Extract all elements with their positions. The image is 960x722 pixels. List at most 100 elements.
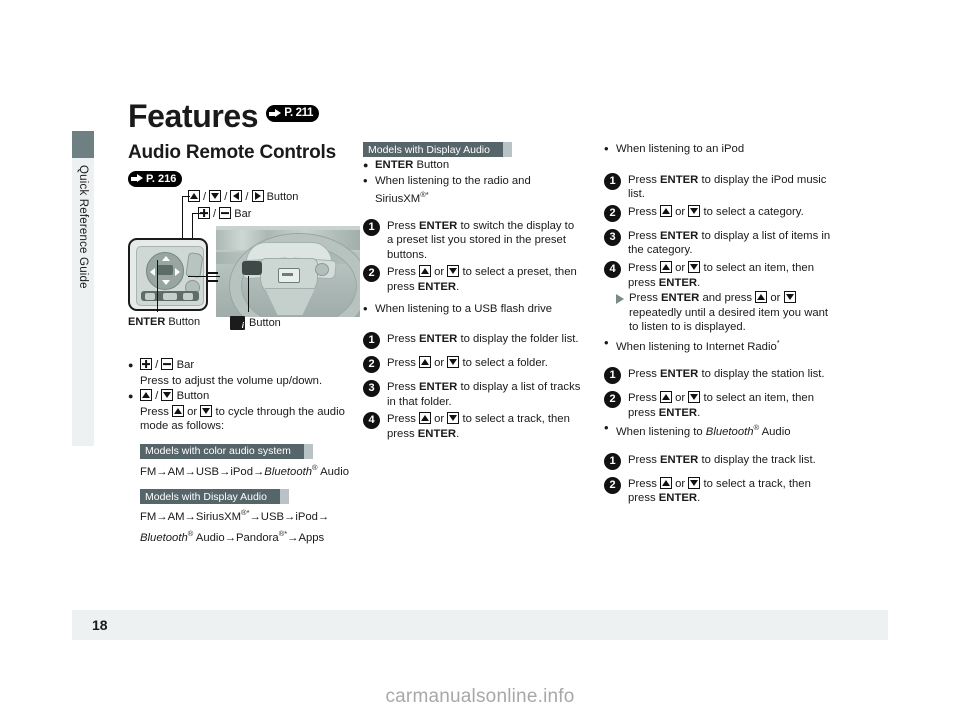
model-band-display-audio: Models with Display Audio <box>363 142 512 157</box>
leader-line <box>208 272 218 275</box>
registered-mark: ®* <box>241 508 250 518</box>
or-word: or <box>184 405 201 418</box>
down-arrow-icon <box>200 404 213 417</box>
up-arrow-icon <box>419 412 432 425</box>
page-title: Features P. 211 <box>128 98 319 135</box>
step-text: Press or to select a track, then press E… <box>628 476 834 506</box>
step-item: 4 Press or to select an item, then press… <box>604 260 834 290</box>
step-text-d: . <box>456 427 460 440</box>
bullet-icon <box>604 142 616 158</box>
step-number: 4 <box>363 412 380 430</box>
step-item: 2 Press or to select a preset, then pres… <box>363 265 581 294</box>
step-number: 2 <box>363 356 380 374</box>
up-arrow-icon <box>140 389 152 402</box>
info-button-icon <box>230 316 245 331</box>
section-label-a: When listening to <box>616 426 706 439</box>
volume-bar-detail[interactable] <box>185 252 204 278</box>
page-number: 18 <box>92 617 108 633</box>
step-item: 1 Press ENTER to display the iPod music … <box>604 172 834 202</box>
step-number: 1 <box>363 332 380 350</box>
down-arrow-icon <box>688 204 701 217</box>
sub-step-text-a: Press <box>629 292 662 305</box>
leader-line <box>157 260 159 312</box>
enter-keyword: ENTER <box>419 381 458 394</box>
step-text: Press ENTER to display a list of tracks … <box>387 380 581 409</box>
footer-bar <box>72 610 888 640</box>
step-text-c: to select a folder. <box>459 357 548 370</box>
enter-button-word: Button <box>168 316 201 328</box>
enter-keyword: ENTER <box>658 276 698 289</box>
audio-mode-chain-display: FM→AM→SiriusXM®*→USB→iPod→ Bluetooth® Au… <box>140 505 368 546</box>
step-item: 3 Press ENTER to display a list of items… <box>604 228 834 258</box>
step-text-a: Press <box>387 219 420 232</box>
step-text-a: Press <box>628 205 661 218</box>
minus-icon <box>219 207 232 219</box>
steering-wheel-figure: / / / Button / Bar ENTER Button i Button <box>128 190 360 345</box>
step-text: Press or to select a preset, then press … <box>387 265 581 294</box>
chain-tail: Audio <box>317 465 349 478</box>
step-text-a: Press <box>387 357 420 370</box>
model-block-display-audio: Models with Display Audio FM→AM→SiriusXM… <box>128 483 368 546</box>
enter-keyword: ENTER <box>658 492 698 505</box>
bluetooth-word: Bluetooth <box>140 531 188 544</box>
step-number: 2 <box>604 204 621 222</box>
left-column: / Bar Press to adjust the volume up/down… <box>128 358 368 546</box>
chain-head: FM→AM→USB→iPod→ <box>140 465 265 478</box>
down-arrow-icon <box>209 190 222 202</box>
step-text-b: or <box>431 357 448 370</box>
bullet-text: When listening to Bluetooth® Audio <box>616 421 834 439</box>
leader-line <box>248 276 250 312</box>
phone-button[interactable] <box>145 292 155 300</box>
step-text-a: Press <box>628 477 661 490</box>
section-ref-wrap: P. 216 <box>128 170 183 188</box>
step-text-b: or <box>672 392 689 405</box>
section-tab-label: Quick Reference Guide <box>77 165 89 289</box>
enter-button-detail[interactable] <box>157 265 173 275</box>
talk-button[interactable] <box>163 292 177 300</box>
down-arrow-icon <box>447 356 460 369</box>
sub-step-text-c: or <box>767 292 784 305</box>
audio-mode-chain-color: FM→AM→USB→iPod→Bluetooth® Audio <box>140 460 368 480</box>
enter-keyword: ENTER <box>660 368 699 381</box>
list-item: / Button <box>128 389 368 404</box>
page-ref-badge-211[interactable]: P. 211 <box>266 105 319 123</box>
step-item: 2 Press or to select a track, then press… <box>604 476 834 506</box>
down-arrow-icon <box>447 265 460 278</box>
step-number: 1 <box>604 367 621 385</box>
step-item: 4 Press or to select a track, then press… <box>363 412 581 441</box>
left-arrow-icon <box>230 190 243 202</box>
step-number: 2 <box>363 265 380 283</box>
step-text: Press ENTER to display the track list. <box>628 453 834 470</box>
step-item: 1 Press ENTER to switch the display to a… <box>363 218 581 263</box>
leader-line <box>188 276 220 278</box>
four-way-pad[interactable] <box>146 252 184 290</box>
plus-icon <box>140 358 152 370</box>
up-arrow-icon <box>755 291 768 304</box>
step-item: 1 Press ENTER to display the station lis… <box>604 367 834 385</box>
step-text-a: Press <box>628 368 661 381</box>
pad-right-icon <box>175 267 180 276</box>
control-panel-detail <box>128 238 208 311</box>
step-text: Press or to select a folder. <box>387 356 581 373</box>
chain-tail: →Apps <box>287 531 325 544</box>
model-block-color-audio: Models with color audio system FM→AM→USB… <box>128 438 368 480</box>
section-tab-cap <box>72 131 94 158</box>
enter-label: ENTER <box>128 316 166 328</box>
button-word: Button <box>416 159 450 171</box>
leader-line <box>208 280 218 283</box>
step-text-d: . <box>697 492 701 505</box>
down-arrow-icon <box>688 391 701 404</box>
list-item: When listening to an iPod <box>604 142 834 158</box>
figure-caption-info: Button <box>230 316 281 331</box>
press-word: Press <box>140 405 173 418</box>
section-title: Audio Remote Controls <box>128 142 336 163</box>
section-label: When listening to Internet Radio <box>616 340 777 353</box>
hangup-button[interactable] <box>183 292 193 300</box>
right-arrow-icon <box>251 190 264 202</box>
manual-page: Quick Reference Guide Features P. 211 Aud… <box>0 0 960 722</box>
page-ref-badge-216[interactable]: P. 216 <box>128 170 183 187</box>
up-arrow-icon <box>660 260 673 273</box>
enter-keyword: ENTER <box>658 406 698 419</box>
step-text: Press or to select an item, then press E… <box>628 260 834 290</box>
step-text-d: . <box>697 406 701 419</box>
